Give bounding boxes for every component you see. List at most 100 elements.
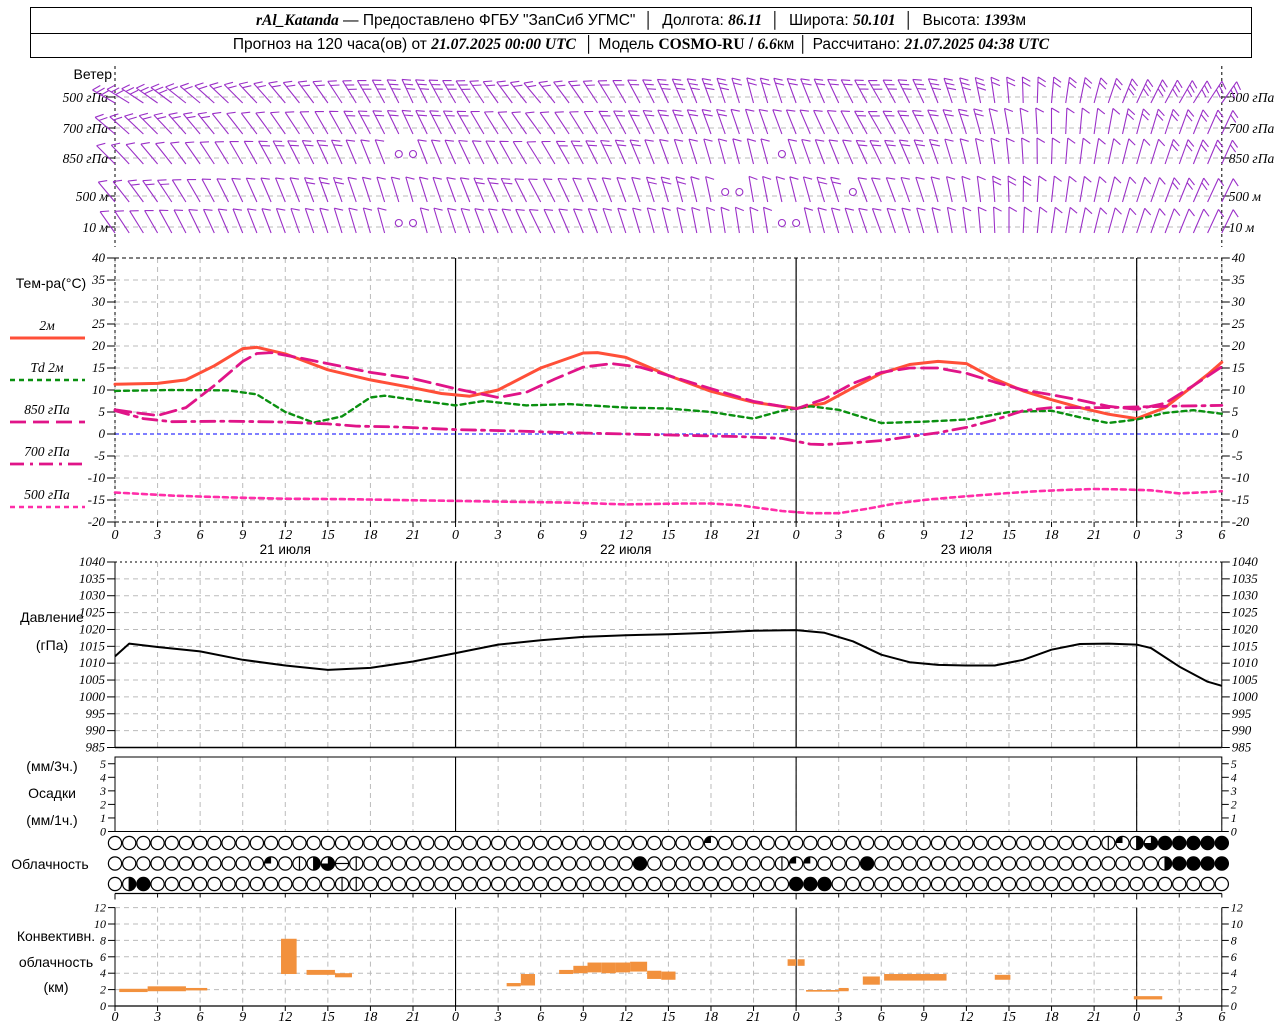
svg-text:1035: 1035 bbox=[1232, 571, 1259, 586]
cloud-panel-title: Облачность bbox=[11, 856, 88, 872]
svg-text:20: 20 bbox=[92, 338, 106, 353]
svg-text:6: 6 bbox=[1231, 950, 1237, 964]
svg-text:1010: 1010 bbox=[79, 655, 106, 670]
header-part: │ Высота: bbox=[895, 11, 985, 29]
svg-text:4: 4 bbox=[1231, 770, 1237, 784]
svg-text:6: 6 bbox=[1218, 1010, 1225, 1024]
header-line-2: Прогноз на 120 часа(ов) от 21.07.2025 00… bbox=[30, 32, 1252, 58]
svg-text:995: 995 bbox=[86, 706, 106, 721]
precip-title-1: (мм/3ч.) bbox=[26, 758, 77, 774]
svg-text:30: 30 bbox=[91, 294, 106, 309]
svg-text:-10: -10 bbox=[1232, 470, 1250, 485]
svg-text:0: 0 bbox=[452, 528, 459, 543]
header-line-1: rAl_Katanda — Предоставлено ФГБУ "ЗапСиб… bbox=[30, 7, 1252, 34]
header-part: 21.07.2025 00:00 UTC bbox=[431, 35, 576, 53]
svg-text:1025: 1025 bbox=[79, 605, 106, 620]
svg-text:15: 15 bbox=[321, 1010, 335, 1024]
svg-text:1015: 1015 bbox=[1232, 638, 1259, 653]
svg-text:9: 9 bbox=[580, 1010, 587, 1024]
svg-text:1030: 1030 bbox=[1232, 588, 1259, 603]
header-part: 6.6 bbox=[757, 35, 777, 53]
svg-text:12: 12 bbox=[278, 528, 292, 543]
svg-text:3: 3 bbox=[834, 528, 842, 543]
svg-text:6: 6 bbox=[878, 528, 885, 543]
svg-text:9: 9 bbox=[580, 528, 587, 543]
svg-text:8: 8 bbox=[1231, 933, 1237, 947]
svg-text:21: 21 bbox=[1087, 1010, 1101, 1024]
svg-text:12: 12 bbox=[94, 901, 106, 915]
svg-text:15: 15 bbox=[321, 528, 335, 543]
svg-text:4: 4 bbox=[100, 966, 106, 980]
svg-text:-15: -15 bbox=[1232, 492, 1250, 507]
svg-text:985: 985 bbox=[1232, 739, 1252, 754]
svg-text:2: 2 bbox=[100, 983, 106, 997]
svg-text:40: 40 bbox=[1232, 250, 1246, 265]
svg-text:4: 4 bbox=[100, 770, 106, 784]
svg-text:995: 995 bbox=[1232, 706, 1252, 721]
svg-text:15: 15 bbox=[661, 528, 675, 543]
legend-label-850: 850 гПа bbox=[24, 402, 70, 417]
svg-text:0: 0 bbox=[1133, 1010, 1140, 1024]
svg-text:-15: -15 bbox=[88, 492, 106, 507]
header-part: 86.11 bbox=[728, 11, 763, 29]
cloud-row-1 bbox=[107, 856, 1230, 871]
pressure-panel-units: (гПа) bbox=[36, 637, 68, 653]
header-part: 1393 bbox=[984, 11, 1016, 29]
svg-text:1015: 1015 bbox=[79, 638, 106, 653]
svg-text:21 июля: 21 июля bbox=[260, 542, 311, 557]
temperature-panel: -20 -20 -15 -15 -10 -10 -5 -5 0 0 5 5 10 10 15 15 20 20 25… bbox=[88, 250, 1250, 529]
svg-text:0: 0 bbox=[793, 528, 800, 543]
svg-text:2: 2 bbox=[1231, 797, 1237, 811]
svg-text:40: 40 bbox=[92, 250, 106, 265]
svg-text:12: 12 bbox=[959, 528, 973, 543]
precip-title-3: (мм/1ч.) bbox=[26, 812, 77, 828]
svg-text:18: 18 bbox=[704, 528, 718, 543]
wind-panel: 500 гПа 500 гПа700 гПа 700 гПа850 гПа 850 г… bbox=[63, 66, 1275, 247]
wind-barbs-row-4 bbox=[99, 206, 1239, 234]
svg-text:25: 25 bbox=[92, 316, 106, 331]
svg-text:18: 18 bbox=[363, 1010, 377, 1024]
svg-text:0: 0 bbox=[1133, 528, 1140, 543]
svg-text:0: 0 bbox=[99, 426, 106, 441]
svg-text:3: 3 bbox=[1175, 528, 1183, 543]
svg-text:700 гПа: 700 гПа bbox=[1229, 121, 1275, 136]
cloud-panel bbox=[107, 835, 1230, 900]
meteogram-page: rAl_Katanda — Предоставлено ФГБУ "ЗапСиб… bbox=[0, 0, 1280, 1024]
svg-text:990: 990 bbox=[1232, 723, 1252, 738]
svg-text:6: 6 bbox=[197, 528, 204, 543]
svg-text:10: 10 bbox=[1231, 917, 1243, 931]
cloud-row-0 bbox=[107, 835, 1230, 851]
svg-text:500 гПа: 500 гПа bbox=[1229, 90, 1275, 105]
svg-text:21: 21 bbox=[1087, 528, 1101, 543]
svg-text:3: 3 bbox=[153, 1010, 161, 1024]
svg-text:1000: 1000 bbox=[1232, 689, 1259, 704]
svg-text:0: 0 bbox=[1231, 825, 1237, 839]
svg-text:1030: 1030 bbox=[79, 588, 106, 603]
header-part: │ Модель bbox=[575, 35, 659, 53]
svg-text:1035: 1035 bbox=[79, 571, 106, 586]
svg-text:20: 20 bbox=[1232, 338, 1246, 353]
svg-text:12: 12 bbox=[278, 1010, 292, 1024]
svg-text:1040: 1040 bbox=[1232, 554, 1259, 569]
svg-text:0: 0 bbox=[1232, 426, 1239, 441]
svg-text:30: 30 bbox=[1231, 294, 1246, 309]
svg-text:10: 10 bbox=[92, 382, 106, 397]
svg-text:3: 3 bbox=[494, 1010, 502, 1024]
header-part: км │ Рассчитано: bbox=[776, 35, 905, 53]
svg-text:2: 2 bbox=[1231, 983, 1237, 997]
svg-text:22 июля: 22 июля bbox=[600, 542, 651, 557]
svg-text:1000: 1000 bbox=[79, 689, 106, 704]
svg-text:21: 21 bbox=[406, 528, 420, 543]
temp-panel-title: Тем-ра(°C) bbox=[16, 275, 86, 291]
svg-text:3: 3 bbox=[153, 528, 161, 543]
legend-label-700: 700 гПа bbox=[24, 444, 70, 459]
svg-text:3: 3 bbox=[1230, 784, 1237, 798]
svg-text:850 гПа: 850 гПа bbox=[1229, 151, 1275, 166]
svg-text:9: 9 bbox=[920, 1010, 927, 1024]
precip-title-2: Осадки bbox=[28, 785, 76, 801]
svg-text:9: 9 bbox=[239, 528, 246, 543]
svg-text:0: 0 bbox=[100, 999, 106, 1013]
svg-text:500 гПа: 500 гПа bbox=[63, 90, 109, 105]
svg-text:500 м: 500 м bbox=[76, 189, 109, 204]
svg-text:6: 6 bbox=[1218, 528, 1225, 543]
